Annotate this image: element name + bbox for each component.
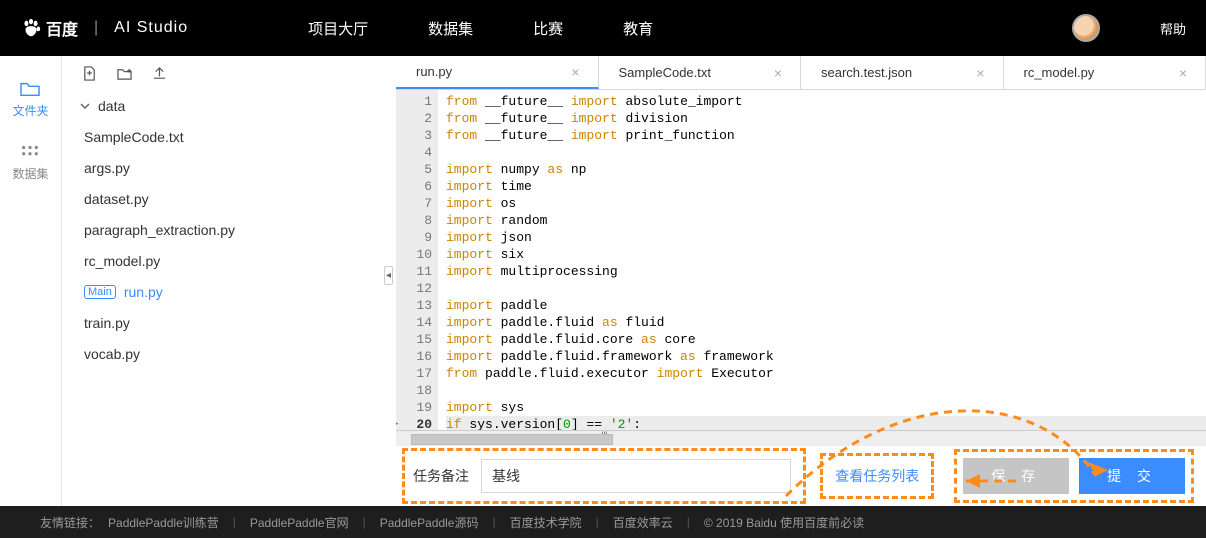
close-icon[interactable]: × (571, 64, 579, 80)
view-tasks-link[interactable]: 查看任务列表 (835, 468, 919, 484)
tree-file[interactable]: dataset.py (62, 183, 382, 214)
task-note-input[interactable] (481, 459, 791, 493)
new-folder-icon[interactable] (117, 66, 132, 81)
brand-ai: AI Studio (114, 19, 188, 37)
folder-label: data (98, 98, 125, 114)
left-rail: 文件夹 数据集 (0, 56, 62, 506)
tab-runpy[interactable]: run.py× (396, 56, 599, 89)
rail-files[interactable]: 文件夹 (12, 80, 48, 119)
file-sidebar: data SampleCode.txt args.py dataset.py p… (62, 56, 382, 506)
page-footer: 友情链接： PaddlePaddle训练营| PaddlePaddle官网| P… (0, 506, 1206, 538)
view-tasks-block: 查看任务列表 (820, 453, 934, 499)
main-file-label: run.py (124, 284, 163, 300)
tree-folder-data[interactable]: data (62, 90, 382, 121)
sidebar-toolbar (62, 56, 382, 90)
paw-icon (20, 17, 42, 39)
task-label: 任务备注 (413, 466, 469, 486)
top-bar: 百度 | AI Studio 项目大厅 数据集 比赛 教育 帮助 (0, 0, 1206, 56)
rail-files-label: 文件夹 (12, 102, 48, 119)
new-file-icon[interactable] (82, 66, 97, 81)
main-badge: Main (84, 285, 116, 299)
tree-file[interactable]: paragraph_extraction.py (62, 214, 382, 245)
footer-link[interactable]: PaddlePaddle训练营 (108, 514, 219, 531)
tab-samplecode[interactable]: SampleCode.txt× (599, 56, 802, 89)
close-icon[interactable]: × (976, 65, 984, 81)
tab-rcmodel[interactable]: rc_model.py× (1004, 56, 1206, 89)
tree-file[interactable]: vocab.py (62, 338, 382, 369)
tree-file-main[interactable]: Main run.py (62, 276, 382, 307)
upload-icon[interactable] (152, 66, 167, 81)
task-footer: 任务备注 查看任务列表 保 存 提 交 (396, 446, 1206, 506)
footer-link[interactable]: 百度效率云 (613, 514, 673, 531)
submit-block: 保 存 提 交 (954, 449, 1194, 503)
tree-file[interactable]: SampleCode.txt (62, 121, 382, 152)
chevron-down-icon (80, 101, 90, 111)
tab-searchjson[interactable]: search.test.json× (801, 56, 1004, 89)
tree-file[interactable]: rc_model.py (62, 245, 382, 276)
logo-separator: | (94, 19, 98, 37)
horizontal-scrollbar[interactable] (396, 430, 1206, 446)
brand-cn: 百度 (46, 16, 78, 40)
nav-datasets[interactable]: 数据集 (428, 18, 473, 39)
tree-file[interactable]: args.py (62, 152, 382, 183)
footer-copyright: © 2019 Baidu 使用百度前必读 (704, 514, 864, 531)
avatar[interactable] (1072, 14, 1100, 42)
tree-file[interactable]: train.py (62, 307, 382, 338)
top-nav: 项目大厅 数据集 比赛 教育 (308, 18, 653, 39)
save-button[interactable]: 保 存 (963, 458, 1069, 494)
footer-link[interactable]: PaddlePaddle官网 (250, 514, 349, 531)
close-icon[interactable]: × (774, 65, 782, 81)
footer-link[interactable]: PaddlePaddle源码 (380, 514, 479, 531)
task-note-block: 任务备注 (402, 448, 806, 504)
line-gutter: 123456789101112131415161718192021222324 (396, 90, 438, 430)
logo: 百度 | AI Studio (20, 16, 188, 40)
rail-datasets[interactable]: 数据集 (12, 143, 48, 182)
code-editor[interactable]: 123456789101112131415161718192021222324 … (396, 90, 1206, 430)
nav-edu[interactable]: 教育 (623, 18, 653, 39)
close-icon[interactable]: × (1179, 65, 1187, 81)
nav-compete[interactable]: 比赛 (533, 18, 563, 39)
baidu-logo: 百度 (20, 16, 78, 40)
grid-icon (19, 143, 41, 161)
nav-projects[interactable]: 项目大厅 (308, 18, 368, 39)
editor-column: run.py× SampleCode.txt× search.test.json… (396, 56, 1206, 506)
tab-bar: run.py× SampleCode.txt× search.test.json… (396, 56, 1206, 90)
folder-icon (19, 80, 41, 98)
submit-button[interactable]: 提 交 (1079, 458, 1185, 494)
footer-label: 友情链接： (40, 514, 100, 531)
main: 文件夹 数据集 data SampleCode.txt args.py data… (0, 56, 1206, 506)
code-content[interactable]: from __future__ import absolute_importfr… (438, 90, 1206, 430)
nav-help[interactable]: 帮助 (1160, 19, 1186, 38)
top-right: 帮助 (1072, 14, 1186, 42)
collapse-handle[interactable] (382, 56, 396, 506)
rail-datasets-label: 数据集 (12, 165, 48, 182)
footer-link[interactable]: 百度技术学院 (510, 514, 582, 531)
file-tree: data SampleCode.txt args.py dataset.py p… (62, 90, 382, 506)
